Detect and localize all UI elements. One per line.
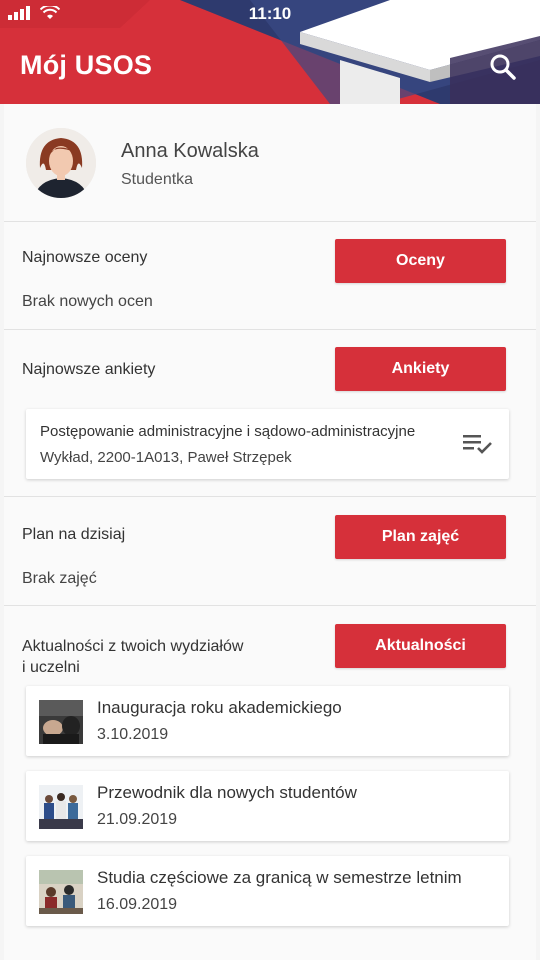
battery-icon bbox=[506, 8, 531, 19]
search-icon[interactable] bbox=[488, 52, 518, 82]
app-header: 11:10 Mój USOS bbox=[0, 0, 540, 104]
status-time: 11:10 bbox=[248, 4, 292, 23]
grades-section-title: Najnowsze oceny bbox=[22, 249, 148, 266]
news-title: Przewodnik dla nowych studentów bbox=[97, 783, 357, 802]
news-title: Studia częściowe za granicą w semestrze … bbox=[97, 868, 462, 887]
news-thumbnail bbox=[39, 870, 83, 914]
plan-section-title: Plan na dzisiaj bbox=[22, 526, 126, 543]
news-section-title-line2: i uczelni bbox=[22, 659, 80, 676]
news-card[interactable]: Studia częściowe za granicą w semestrze … bbox=[26, 856, 509, 926]
profile-name: Anna Kowalska bbox=[121, 140, 259, 162]
news-card[interactable]: Inauguracja roku akademickiego 3.10.2019 bbox=[26, 686, 509, 756]
plan-button[interactable]: Plan zajęć bbox=[335, 515, 506, 559]
checklist-icon[interactable] bbox=[463, 433, 493, 455]
profile-role: Studentka bbox=[121, 171, 194, 188]
divider bbox=[4, 221, 536, 222]
news-section-title-line1: Aktualności z twoich wydziałów bbox=[22, 638, 244, 655]
news-date: 16.09.2019 bbox=[97, 896, 178, 913]
news-date: 3.10.2019 bbox=[97, 726, 169, 743]
avatar-image bbox=[26, 128, 96, 198]
app-title: Mój USOS bbox=[20, 50, 153, 80]
surveys-button[interactable]: Ankiety bbox=[335, 347, 506, 391]
news-button[interactable]: Aktualności bbox=[335, 624, 506, 668]
survey-title: Postępowanie administracyjne i sądowo-ad… bbox=[40, 423, 416, 440]
divider bbox=[4, 329, 536, 330]
news-thumbnail bbox=[39, 700, 83, 744]
plan-empty-text: Brak zajęć bbox=[22, 570, 97, 587]
surveys-section-title: Najnowsze ankiety bbox=[22, 361, 156, 378]
grades-button[interactable]: Oceny bbox=[335, 239, 506, 283]
survey-subtitle: Wykład, 2200-1A013, Paweł Strzępek bbox=[40, 449, 292, 466]
news-title: Inauguracja roku akademickiego bbox=[97, 698, 342, 717]
status-bar: 11:10 bbox=[0, 0, 540, 28]
survey-card[interactable]: Postępowanie administracyjne i sądowo-ad… bbox=[26, 409, 509, 479]
divider bbox=[4, 496, 536, 497]
news-date: 21.09.2019 bbox=[97, 811, 178, 828]
avatar[interactable] bbox=[26, 128, 96, 198]
news-thumbnail bbox=[39, 785, 83, 829]
grades-empty-text: Brak nowych ocen bbox=[22, 293, 153, 310]
news-card[interactable]: Przewodnik dla nowych studentów 21.09.20… bbox=[26, 771, 509, 841]
divider bbox=[4, 605, 536, 606]
